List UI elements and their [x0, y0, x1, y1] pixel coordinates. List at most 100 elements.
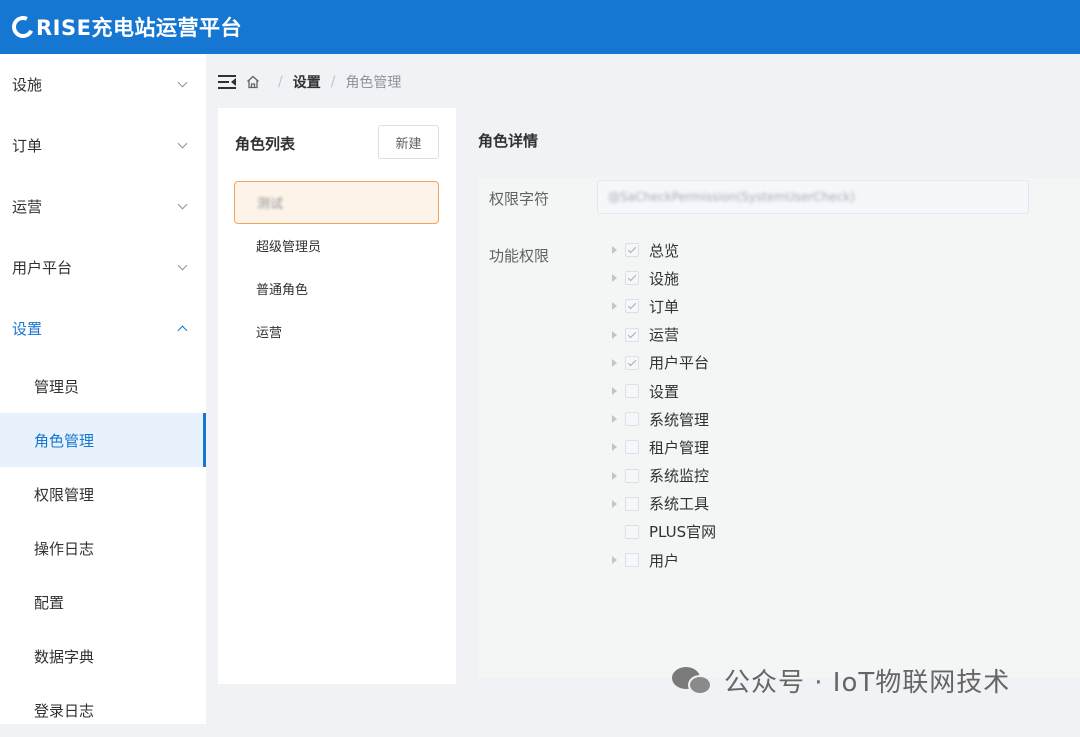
tree-checkbox[interactable] — [625, 524, 639, 539]
watermark-text: 公众号 · IoT物联网技术 — [724, 668, 1011, 698]
sidebar-menu-orders[interactable]: 订单 — [0, 115, 206, 176]
chevron-down-icon — [177, 138, 188, 149]
caret-right-icon[interactable] — [606, 321, 622, 349]
caret-right-icon[interactable] — [606, 236, 622, 264]
role-list-item[interactable]: 测试 — [234, 181, 439, 224]
tree-checkbox[interactable] — [625, 496, 639, 511]
tree-node[interactable]: 设施 — [606, 264, 716, 292]
breadcrumb: / 设置 / 角色管理 — [218, 70, 401, 94]
tree-node-label: 用户平台 — [649, 354, 710, 373]
sidebar-item-config[interactable]: 配置 — [0, 575, 206, 629]
menu-label: 用户平台 — [12, 259, 73, 277]
sidebar-menu-settings[interactable]: 设置 — [0, 298, 206, 359]
watermark: 公众号 · IoT物联网技术 — [672, 662, 1010, 699]
tree-checkbox[interactable] — [625, 327, 639, 342]
tree-node-label: PLUS官网 — [649, 523, 717, 542]
perm-string-value: @SaCheckPermission(SystemUserCheck) — [608, 190, 855, 204]
tree-node-label: 系统监控 — [649, 467, 710, 486]
chevron-down-icon — [177, 260, 188, 271]
caret-right-icon[interactable] — [606, 405, 622, 433]
role-label: 普通角色 — [256, 283, 309, 298]
tree-node[interactable]: 用户平台 — [606, 349, 716, 377]
tree-node-label: 订单 — [649, 297, 680, 316]
tree-checkbox[interactable] — [625, 553, 639, 568]
role-list-item[interactable]: 超级管理员 — [234, 224, 439, 267]
menu-label: 订单 — [12, 137, 43, 155]
sidebar-item-permission-management[interactable]: 权限管理 — [0, 467, 206, 521]
perm-string-field[interactable]: @SaCheckPermission(SystemUserCheck) — [597, 180, 1029, 214]
tree-node-label: 总览 — [649, 241, 680, 260]
role-list-panel: 角色列表 新建 测试 超级管理员 普通角色 运营 — [218, 108, 456, 684]
menu-label: 运营 — [12, 198, 43, 216]
tree-node-label: 设施 — [649, 269, 680, 288]
tree-checkbox[interactable] — [625, 355, 639, 370]
detail-background — [478, 178, 1080, 678]
menu-fold-icon[interactable] — [218, 75, 236, 89]
perm-string-label: 权限字符 — [489, 190, 550, 208]
role-list-item[interactable]: 普通角色 — [234, 267, 439, 310]
tree-node[interactable]: 租户管理 — [606, 433, 716, 461]
tree-node-label: 系统工具 — [649, 495, 710, 514]
caret-right-icon[interactable] — [606, 377, 622, 405]
tree-node[interactable]: 系统监控 — [606, 462, 716, 490]
role-detail-panel: 角色详情 权限字符 @SaCheckPermission(SystemUserC… — [468, 108, 1080, 724]
tree-node[interactable]: 用户 — [606, 546, 716, 574]
tree-node-label: 用户 — [649, 551, 680, 570]
tree-node[interactable]: 订单 — [606, 292, 716, 320]
caret-right-icon[interactable] — [606, 292, 622, 320]
tree-node[interactable]: 设置 — [606, 377, 716, 405]
caret-right-icon[interactable] — [606, 264, 622, 292]
tree-checkbox[interactable] — [625, 243, 639, 258]
tree-checkbox[interactable] — [625, 468, 639, 483]
menu-label: 设置 — [12, 320, 43, 338]
role-detail-title: 角色详情 — [478, 132, 539, 150]
role-list-title: 角色列表 — [235, 135, 296, 153]
chevron-down-icon — [177, 199, 188, 210]
sidebar-item-operation-log[interactable]: 操作日志 — [0, 521, 206, 575]
breadcrumb-parent[interactable]: 设置 — [293, 72, 321, 92]
app-title: RISE充电站运营平台 — [36, 16, 242, 40]
home-icon[interactable] — [246, 75, 260, 89]
tree-checkbox[interactable] — [625, 384, 639, 399]
new-role-button[interactable]: 新建 — [378, 125, 439, 159]
wechat-icon — [672, 665, 714, 697]
caret-right-icon[interactable] — [606, 546, 622, 574]
sidebar: 设施 订单 运营 用户平台 设置 管理员 角色管理 权限管理 操作日志 配置 数… — [0, 54, 206, 724]
caret-right-icon[interactable] — [606, 462, 622, 490]
role-list-item[interactable]: 运营 — [234, 310, 439, 353]
tree-checkbox[interactable] — [625, 412, 639, 427]
sidebar-menu-user-platform[interactable]: 用户平台 — [0, 237, 206, 298]
sidebar-item-admins[interactable]: 管理员 — [0, 359, 206, 413]
logo-icon — [8, 12, 38, 42]
permission-tree: 总览设施订单运营用户平台设置系统管理租户管理系统监控系统工具 PLUS官网 用户 — [606, 236, 716, 574]
menu-label: 设施 — [12, 76, 43, 94]
tree-node[interactable]: 系统管理 — [606, 405, 716, 433]
sidebar-item-data-dictionary[interactable]: 数据字典 — [0, 629, 206, 683]
caret-right-icon[interactable] — [606, 490, 622, 518]
role-list: 测试 超级管理员 普通角色 运营 — [234, 181, 439, 353]
sidebar-item-login-log[interactable]: 登录日志 — [0, 683, 206, 737]
top-header: RISE充电站运营平台 — [0, 0, 1080, 54]
tree-node[interactable]: 总览 — [606, 236, 716, 264]
tree-node-label: 系统管理 — [649, 410, 710, 429]
tree-checkbox[interactable] — [625, 299, 639, 314]
chevron-down-icon — [177, 77, 188, 88]
tree-node[interactable]: 系统工具 — [606, 490, 716, 518]
role-label: 测试 — [257, 197, 284, 212]
caret-right-icon[interactable] — [606, 349, 622, 377]
tree-checkbox[interactable] — [625, 440, 639, 455]
sidebar-item-role-management[interactable]: 角色管理 — [0, 413, 206, 467]
tree-node-label: 设置 — [649, 382, 680, 401]
role-label: 运营 — [256, 326, 283, 341]
tree-node-label: 租户管理 — [649, 438, 710, 457]
sidebar-menu-operations[interactable]: 运营 — [0, 176, 206, 237]
chevron-up-icon — [177, 325, 188, 336]
tree-node[interactable]: PLUS官网 — [606, 518, 716, 546]
caret-right-icon[interactable] — [606, 433, 622, 461]
tree-node[interactable]: 运营 — [606, 321, 716, 349]
sidebar-menu-facilities[interactable]: 设施 — [0, 54, 206, 115]
tree-node-label: 运营 — [649, 326, 680, 345]
breadcrumb-separator: / — [278, 74, 283, 90]
tree-checkbox[interactable] — [625, 271, 639, 286]
